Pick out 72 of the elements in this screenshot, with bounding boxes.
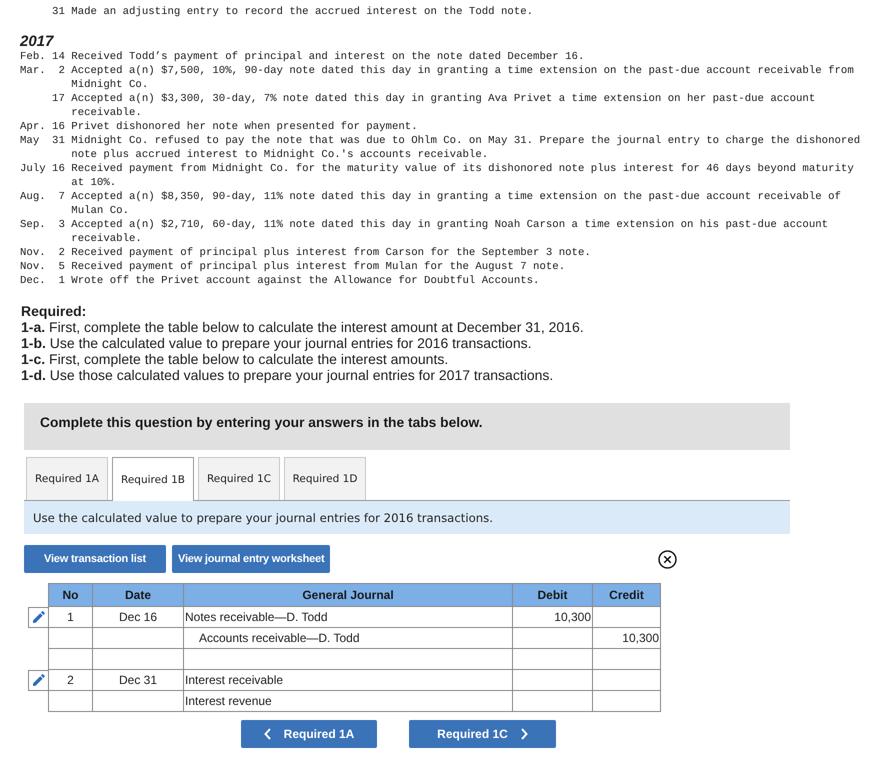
transaction-text: Accepted a(n) $7,500, 10%, 90-day note dated this day in granting a time extension on the past-due account receivable from Midnight Co. [71,64,855,92]
transaction-day: 14 [52,50,65,64]
transaction-day: 7 [58,190,65,218]
year-heading: 2017 [20,33,54,50]
chevron-right-icon [520,728,528,740]
edit-button[interactable] [28,670,48,690]
requirement-text: 1-d. Use those calculated values to prepare your journal entries for 2017 transactions. [21,367,554,383]
table-cell: Dec 31 [92,670,184,690]
transaction-month: Feb. [20,50,46,64]
table-cell: Interest revenue [184,690,512,712]
column-header: Credit [592,584,660,606]
pencil-icon [32,611,44,623]
nav-button[interactable]: Required 1A [241,720,377,748]
close-icon[interactable] [658,550,677,568]
transaction-text: Accepted a(n) $8,350, 90-day, 11% note dated this day in granting a time extension on the past-due account receivable of Mulan Co. [71,190,842,218]
transaction-month: Nov. [20,246,46,260]
transaction-text: Made an adjusting entry to record the accrued interest on the Todd note. [71,5,534,19]
transaction-day: 3 [58,218,65,246]
transaction-text: Received payment of principal plus interest from Mulan for the August 7 note. [71,260,566,274]
table-cell: Accounts receivable—D. Todd [184,628,512,648]
tab[interactable]: Required 1D [284,457,366,500]
pencil-icon [32,674,44,686]
transaction-month: July [20,162,46,177]
required-heading: Required: [21,303,86,319]
table-cell: Dec 16 [92,606,184,628]
requirement-text: 1-b. Use the calculated value to prepare your journal entries for 2016 transactions. [21,335,532,351]
transaction-day: 16 [52,162,65,190]
transaction-day: 1 [58,274,65,288]
transaction-month: Aug. [20,190,46,205]
transaction-day: 2 [58,64,65,92]
transaction-month: Mar. [20,64,46,79]
edit-button[interactable] [28,606,48,628]
table-cell: 10,300 [512,606,592,628]
transaction-day: 31 [52,5,65,19]
table-cell: Notes receivable—D. Todd [184,606,512,628]
transaction-text: Accepted a(n) $2,710, 60-day, 11% note dated this day in granting Noah Carson a time extension on his past-due account receivable. [71,218,830,246]
transaction-text: Privet dishonored her note when presented for payment. [71,120,418,134]
prompt-text: Complete this question by entering your answers in the tabs below. [40,415,483,430]
transaction-day: 17 [52,92,65,120]
transaction-text: Midnight Co. refused to pay the note that was due to Ohlm Co. on May 31. Prepare the journal entry to charge the dishonored note plus accrued interest to Midnight Co.'s accounts receivable. [71,134,860,162]
table-cell: 2 [48,670,92,690]
chevron-left-icon [264,728,271,740]
transaction-month: May [20,134,40,149]
tab[interactable]: Required 1B [112,457,194,501]
worksheet-button[interactable]: View transaction list [24,545,166,573]
column-header: Date [92,584,184,606]
table-cell: 1 [48,606,92,628]
transaction-text: Received payment from Midnight Co. for the maturity value of its dishonored note plus interest for 46 days beyond maturity at 10%. [71,162,855,190]
transaction-month: Sep. [20,218,46,233]
column-header: No [48,584,92,606]
column-header: Debit [512,584,592,606]
transaction-day: 31 [52,134,65,162]
transaction-text: Received payment of principal plus interest from Carson for the September 3 note. [71,246,591,260]
transaction-day: 16 [52,120,65,134]
column-header: General Journal [184,584,512,606]
table-cell: Interest receivable [184,670,512,690]
transaction-text: Received Todd’s payment of principal and interest on the note dated December 16. [71,50,584,64]
tab[interactable]: Required 1C [198,457,280,500]
nav-button[interactable]: Required 1C [409,720,556,748]
transaction-day: 2 [58,246,65,260]
table-cell: 10,300 [592,628,660,648]
instruction-text: Use the calculated value to prepare your journal entries for 2016 transactions. [33,510,493,524]
worksheet-button[interactable]: View journal entry worksheet [172,545,330,573]
tab[interactable]: Required 1A [26,457,108,500]
transaction-text: Accepted a(n) $3,300, 30-day, 7% note dated this day in granting Ava Privet a time extension on her past-due account receivable. [71,92,816,120]
transaction-text: Wrote off the Privet account against the Allowance for Doubtful Accounts. [71,274,540,288]
transaction-month: Apr. [20,120,46,134]
transaction-month: Dec. [20,274,46,288]
requirement-text: 1-a. First, complete the table below to calculate the interest amount at December 31, 2016. [21,319,584,335]
transaction-day: 5 [58,260,65,274]
transaction-month: Nov. [20,260,46,274]
requirement-text: 1-c. First, complete the table below to calculate the interest amounts. [21,351,448,367]
